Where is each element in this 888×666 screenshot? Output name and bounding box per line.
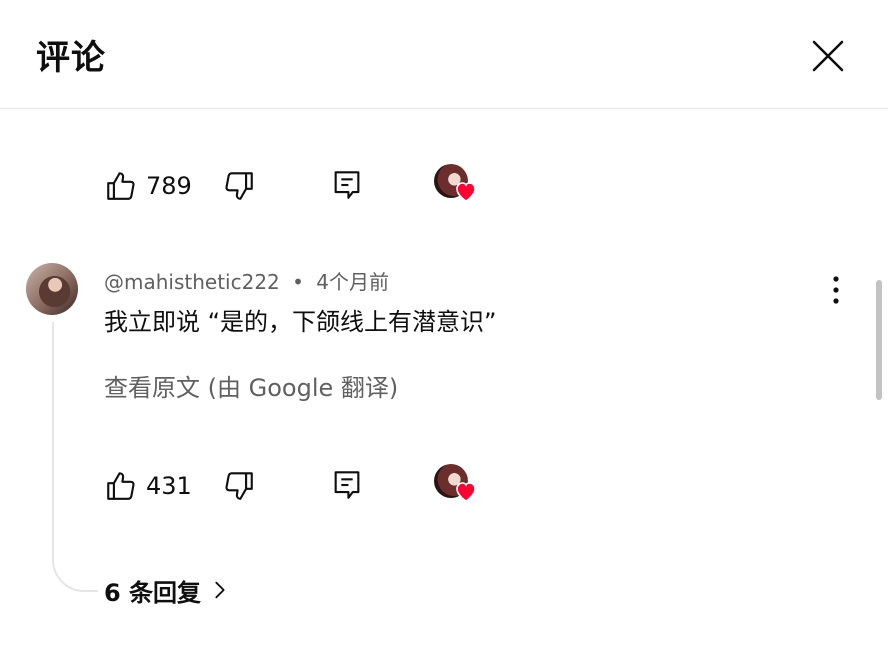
avatar[interactable] (26, 263, 78, 315)
like-button[interactable]: 789 (104, 166, 192, 206)
comments-header: 评论 (0, 0, 888, 109)
like-count: 789 (146, 172, 192, 200)
reply-icon (334, 171, 360, 199)
creator-heart-badge (434, 164, 480, 206)
dislike-button[interactable] (222, 469, 256, 503)
like-count: 431 (146, 472, 192, 500)
see-original-link[interactable]: 查看原文 (由 Google 翻译) (104, 368, 398, 403)
chevron-right-icon (215, 581, 225, 599)
thumbs-up-icon (107, 472, 135, 500)
meta-separator: • (292, 270, 304, 294)
dislike-button[interactable] (222, 169, 256, 203)
thumbs-down-icon (225, 472, 253, 500)
comment-actions-previous: 789 (104, 164, 524, 206)
heart-icon (456, 482, 476, 502)
thumbs-down-icon (225, 172, 253, 200)
comment-actions: 431 (104, 464, 524, 506)
view-replies-button[interactable]: 6 条回复 (104, 572, 231, 608)
page-title: 评论 (36, 38, 106, 78)
replies-label: 6 条回复 (104, 578, 202, 607)
close-icon (812, 40, 844, 72)
more-vert-icon (833, 276, 839, 304)
heart-icon (456, 182, 476, 202)
comment-text: 我立即说 “是的，下颌线上有潜意识” (104, 308, 497, 336)
comment-meta: @mahisthetic222 • 4个月前 (104, 266, 389, 295)
reply-icon (334, 471, 360, 499)
thumbs-up-icon (107, 172, 135, 200)
thread-line (52, 322, 98, 592)
creator-heart-badge (434, 464, 480, 506)
close-button[interactable] (804, 32, 852, 80)
more-actions-button[interactable] (822, 272, 850, 308)
reply-button[interactable] (330, 468, 364, 502)
comment-author[interactable]: @mahisthetic222 (104, 270, 280, 294)
scrollbar[interactable] (876, 280, 882, 400)
like-button[interactable]: 431 (104, 466, 192, 506)
reply-button[interactable] (330, 168, 364, 202)
comment-time: 4个月前 (316, 270, 390, 294)
